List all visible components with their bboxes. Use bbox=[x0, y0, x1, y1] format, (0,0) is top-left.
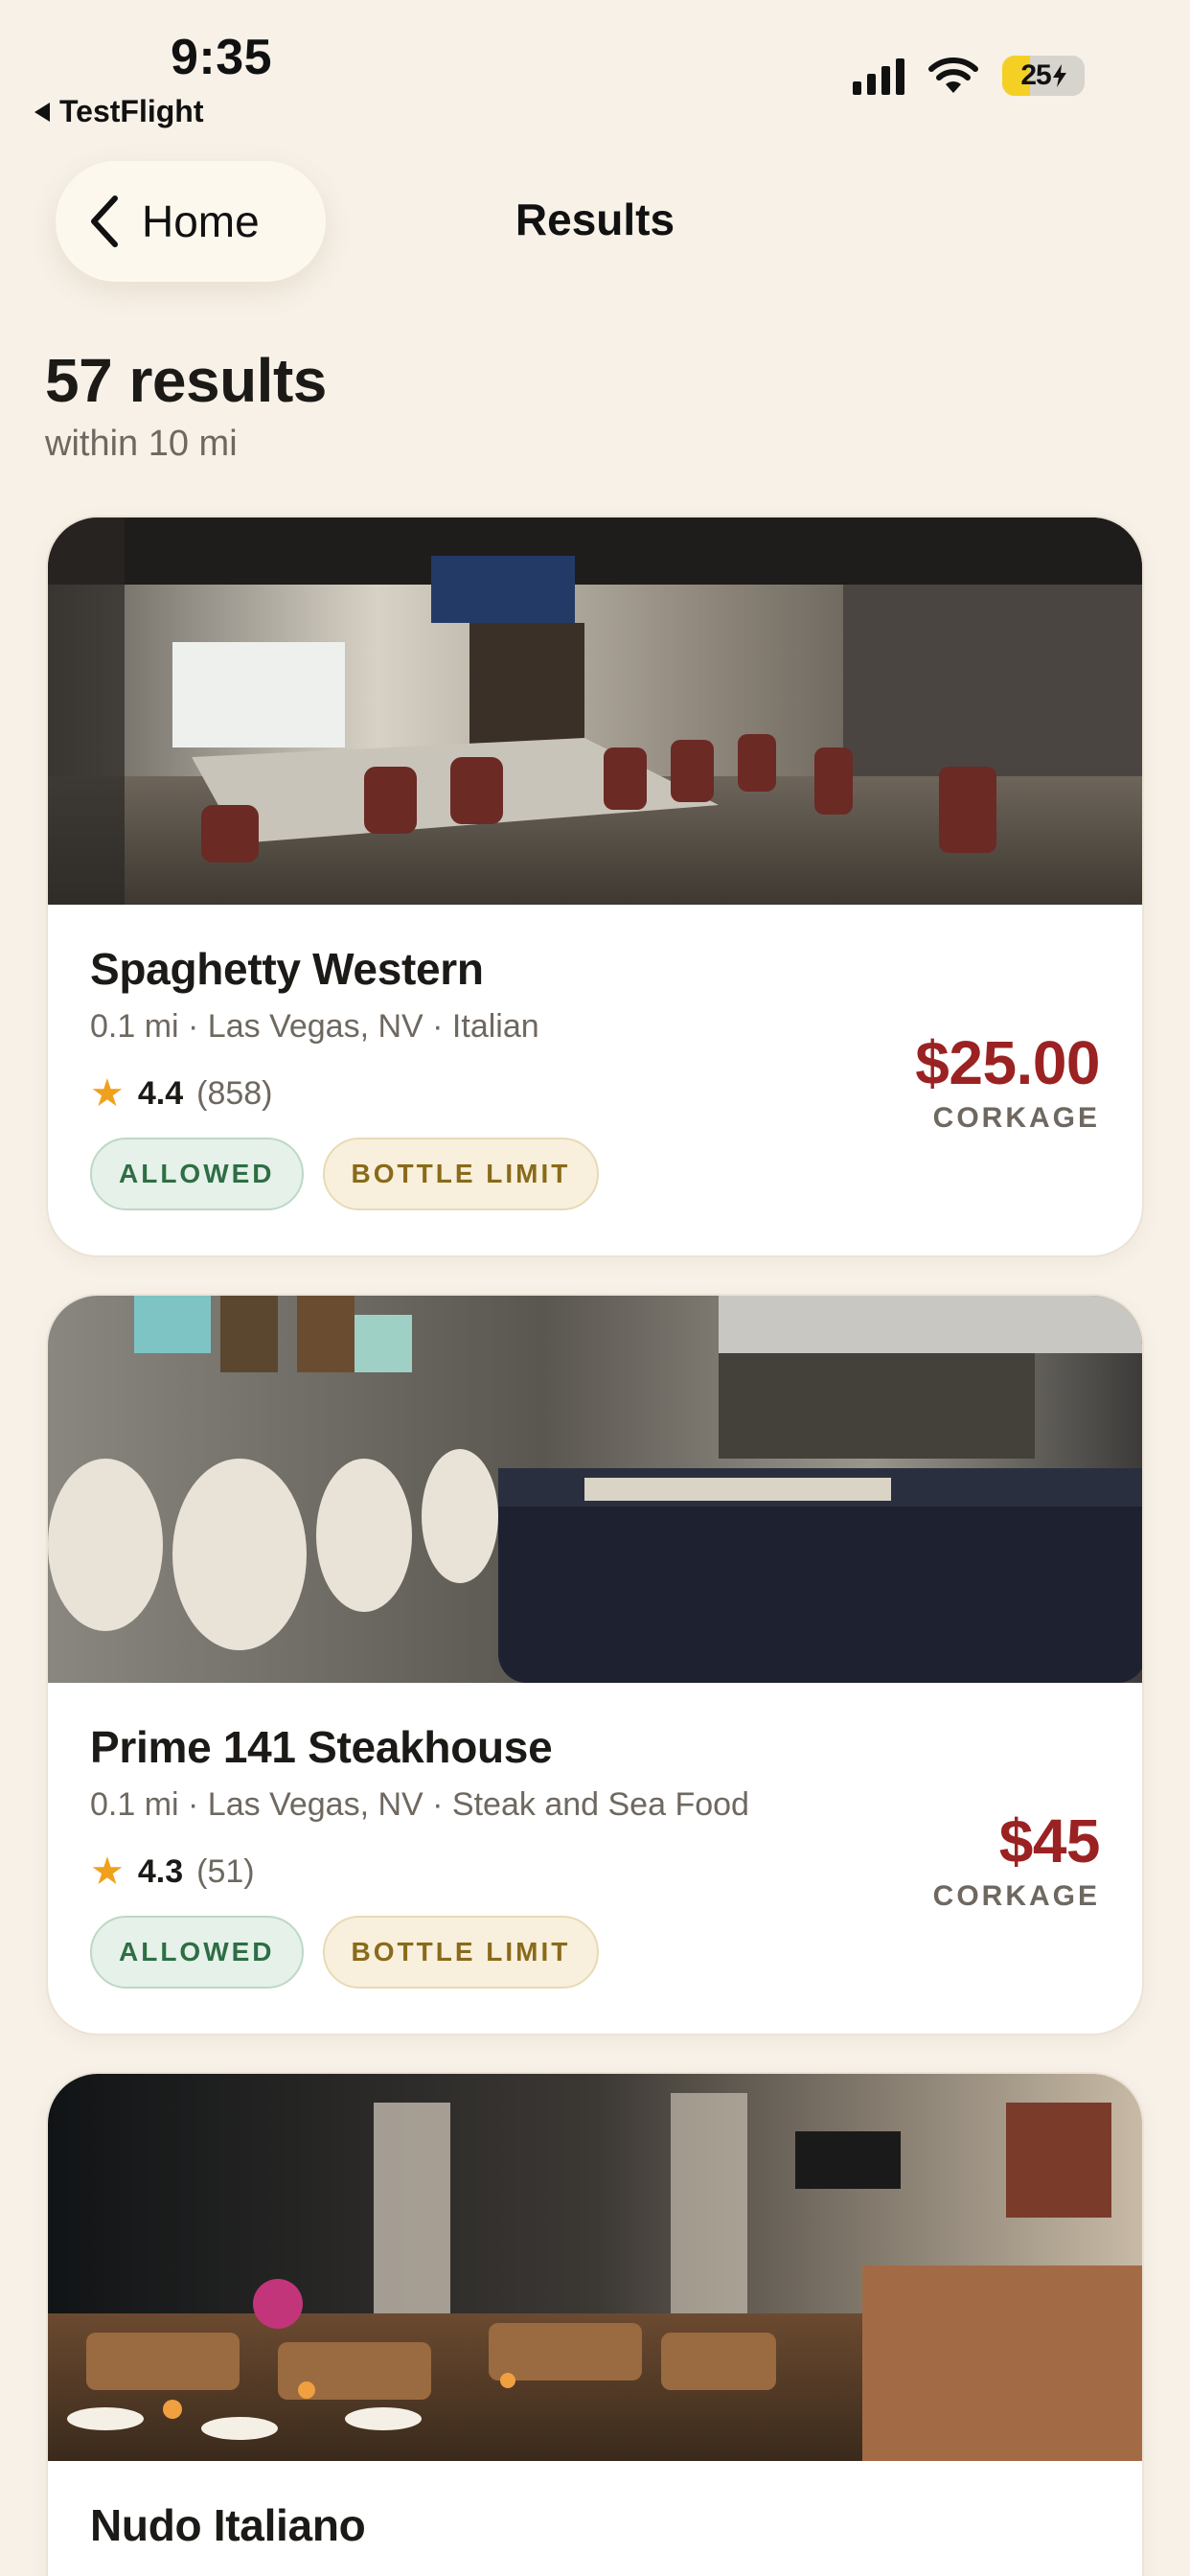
restaurant-name: Nudo Italiano bbox=[90, 2500, 366, 2550]
tag-allowed: ALLOWED bbox=[90, 1916, 304, 1989]
policy-tags: ALLOWED BOTTLE LIMIT bbox=[90, 1138, 1100, 1210]
star-icon: ★ bbox=[90, 1851, 125, 1893]
status-time: 9:35 bbox=[171, 30, 273, 85]
battery-charging-icon: 25 bbox=[1002, 56, 1085, 96]
restaurant-photo bbox=[48, 2074, 1142, 2461]
results-screen: 9:35 TestFlight 25 Home Results 57 resul… bbox=[0, 0, 1190, 2576]
review-count: (51) bbox=[196, 1852, 255, 1890]
rating-value: 4.4 bbox=[137, 1074, 184, 1112]
back-to-app-link[interactable]: TestFlight bbox=[34, 94, 204, 129]
corkage-price: $45 bbox=[998, 1806, 1101, 1875]
result-card[interactable]: Prime 141 Steakhouse 0.1 mi · Las Vegas,… bbox=[46, 1294, 1144, 2036]
restaurant-name: Spaghetty Western bbox=[90, 944, 484, 994]
result-count: 57 results bbox=[45, 346, 327, 415]
back-triangle-icon bbox=[34, 102, 50, 122]
review-count: (858) bbox=[196, 1074, 273, 1112]
page-title: Results bbox=[515, 195, 675, 244]
corkage-price: $25.00 bbox=[915, 1028, 1100, 1097]
battery-percent: 25 bbox=[1020, 59, 1051, 91]
restaurant-photo bbox=[48, 518, 1142, 905]
rating-value: 4.3 bbox=[137, 1852, 184, 1890]
star-icon: ★ bbox=[90, 1072, 125, 1115]
tag-bottle-limit: BOTTLE LIMIT bbox=[322, 1916, 600, 1989]
cellular-signal-icon bbox=[853, 57, 904, 95]
tag-bottle-limit: BOTTLE LIMIT bbox=[322, 1138, 600, 1210]
restaurant-name: Prime 141 Steakhouse bbox=[90, 1722, 553, 1772]
result-card[interactable]: Nudo Italiano bbox=[46, 2072, 1144, 2576]
corkage-label: CORKAGE bbox=[932, 1102, 1100, 1134]
corkage-price-block: $25.00 CORKAGE bbox=[915, 1027, 1100, 1135]
policy-tags: ALLOWED BOTTLE LIMIT bbox=[90, 1916, 1100, 1989]
corkage-label: CORKAGE bbox=[932, 1880, 1100, 1912]
back-app-label: TestFlight bbox=[59, 94, 204, 128]
corkage-price-block: $45 CORKAGE bbox=[932, 1806, 1101, 1913]
search-radius: within 10 mi bbox=[45, 424, 238, 464]
tag-allowed: ALLOWED bbox=[90, 1138, 304, 1210]
status-icons: 25 bbox=[853, 56, 1085, 96]
restaurant-photo bbox=[48, 1296, 1142, 1683]
wifi-icon bbox=[928, 58, 978, 93]
result-card[interactable]: Spaghetty Western 0.1 mi · Las Vegas, NV… bbox=[46, 516, 1144, 1257]
